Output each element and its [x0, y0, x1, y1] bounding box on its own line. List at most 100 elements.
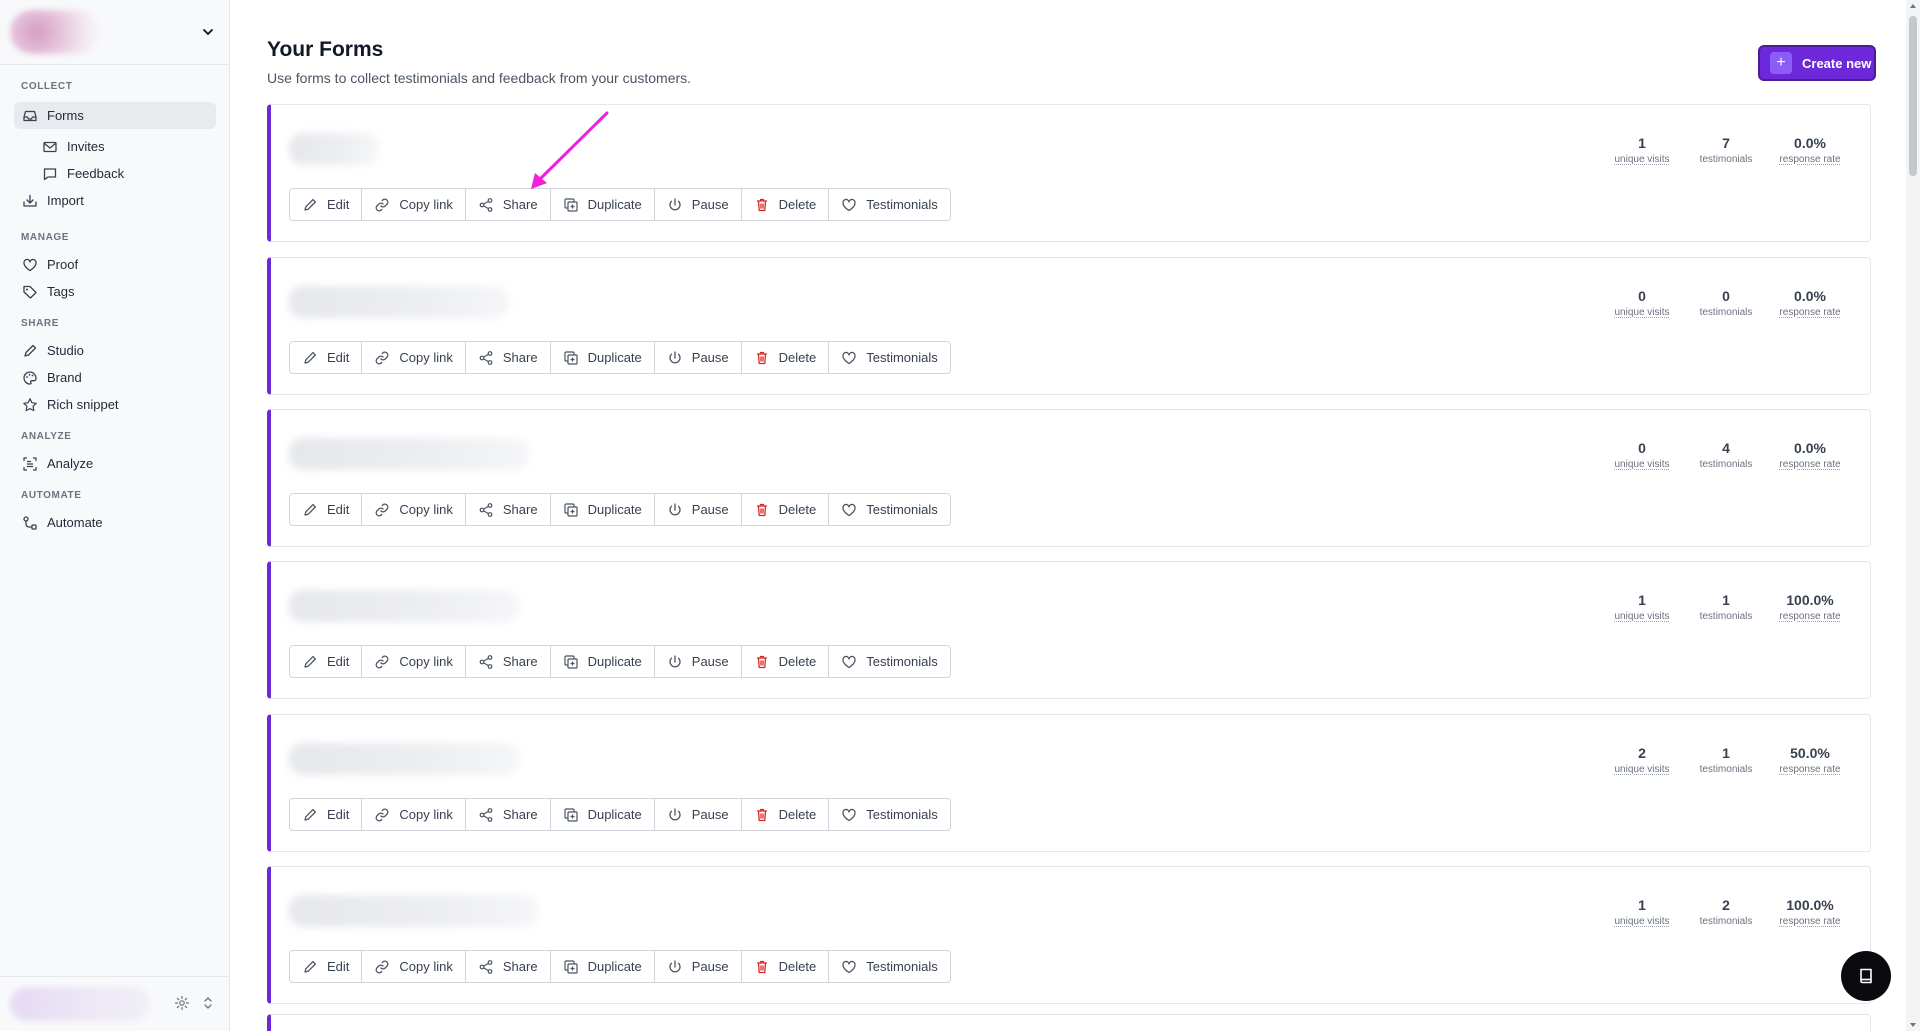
share-button[interactable]: Share [465, 646, 551, 677]
share-icon [479, 502, 493, 517]
pause-button[interactable]: Pause [654, 799, 742, 830]
copy-link-button[interactable]: Copy link [362, 799, 466, 830]
stat-label[interactable]: response rate [1768, 916, 1852, 927]
action-label: Pause [691, 502, 729, 517]
stat-label[interactable]: response rate [1768, 307, 1852, 318]
testimonials-button[interactable]: Testimonials [829, 951, 950, 982]
copy-link-button[interactable]: Copy link [362, 646, 466, 677]
sidebar-item-tags[interactable]: Tags [14, 278, 216, 305]
edit-button[interactable]: Edit [290, 342, 363, 373]
workspace-logo-blurred [10, 10, 100, 54]
pencil-icon [304, 808, 317, 821]
edit-button[interactable]: Edit [290, 799, 363, 830]
action-label: Copy link [399, 502, 453, 517]
action-label: Testimonials [866, 502, 938, 517]
sidebar-item-invites[interactable]: Invites [36, 133, 216, 160]
sidebar-item-rich-snippet[interactable]: Rich snippet [14, 391, 216, 418]
pause-button[interactable]: Pause [654, 951, 742, 982]
duplicate-button[interactable]: Duplicate [550, 951, 655, 982]
delete-button[interactable]: Delete [741, 951, 830, 982]
stat-label[interactable]: unique visits [1600, 307, 1684, 318]
testimonials-button[interactable]: Testimonials [829, 799, 950, 830]
duplicate-button[interactable]: Duplicate [550, 799, 655, 830]
account-switcher[interactable] [0, 976, 230, 1031]
stat-label[interactable]: response rate [1768, 459, 1852, 470]
trash-icon [756, 655, 767, 668]
power-icon [669, 197, 681, 210]
testimonials-button[interactable]: Testimonials [829, 646, 950, 677]
sidebar-item-label: Import [47, 193, 84, 208]
copy-link-button[interactable]: Copy link [362, 342, 466, 373]
scroll-down-icon[interactable] [1909, 1021, 1917, 1029]
stat-label[interactable]: unique visits [1600, 611, 1684, 622]
delete-button[interactable]: Delete [741, 646, 830, 677]
pause-button[interactable]: Pause [654, 494, 742, 525]
stat-label: testimonials [1699, 307, 1753, 318]
duplicate-button[interactable]: Duplicate [550, 494, 655, 525]
share-button[interactable]: Share [465, 494, 551, 525]
duplicate-button[interactable]: Duplicate [550, 342, 655, 373]
sidebar-item-proof[interactable]: Proof [14, 251, 216, 278]
stat-unique-visits: 1 unique visits [1600, 591, 1684, 622]
testimonials-button[interactable]: Testimonials [829, 494, 950, 525]
stat-label[interactable]: unique visits [1600, 916, 1684, 927]
stat-value: 50.0% [1790, 745, 1830, 761]
sidebar-item-feedback[interactable]: Feedback [36, 160, 216, 187]
copy-link-button[interactable]: Copy link [362, 951, 466, 982]
delete-button[interactable]: Delete [741, 799, 830, 830]
stat-label[interactable]: response rate [1768, 154, 1852, 165]
help-widget-button[interactable] [1841, 951, 1891, 1001]
chevrons-up-down-icon[interactable] [200, 995, 216, 1011]
action-label: Share [502, 807, 538, 822]
gear-icon[interactable] [174, 995, 190, 1011]
testimonials-button[interactable]: Testimonials [829, 342, 950, 373]
delete-button[interactable]: Delete [741, 342, 830, 373]
workspace-switcher[interactable] [0, 0, 230, 65]
sidebar: COLLECT Forms Invites Feedback Import MA… [0, 0, 230, 1031]
pause-button[interactable]: Pause [654, 646, 742, 677]
share-button[interactable]: Share [465, 342, 551, 373]
copy-link-button[interactable]: Copy link [362, 189, 466, 220]
pause-button[interactable]: Pause [654, 189, 742, 220]
sidebar-item-brand[interactable]: Brand [14, 364, 216, 391]
sidebar-item-studio[interactable]: Studio [14, 337, 216, 364]
stat-label[interactable]: unique visits [1600, 764, 1684, 775]
sidebar-item-label: Brand [47, 370, 82, 385]
scroll-up-icon[interactable] [1909, 2, 1917, 10]
sidebar-item-automate[interactable]: Automate [14, 509, 216, 536]
duplicate-button[interactable]: Duplicate [550, 646, 655, 677]
stat-response-rate: 100.0% response rate [1768, 896, 1852, 927]
scrollbar-thumb[interactable] [1909, 16, 1917, 176]
sidebar-item-analyze[interactable]: Analyze [14, 450, 216, 477]
form-actions: Edit Copy link Share Duplicate Pause Delete Te… [289, 645, 951, 678]
share-button[interactable]: Share [465, 799, 551, 830]
copy-link-button[interactable]: Copy link [362, 494, 466, 525]
delete-button[interactable]: Delete [741, 189, 830, 220]
stat-label[interactable]: response rate [1768, 764, 1852, 775]
delete-button[interactable]: Delete [741, 494, 830, 525]
heart-icon [842, 655, 856, 668]
sidebar-item-import[interactable]: Import [14, 187, 216, 214]
stat-value: 4 [1722, 440, 1730, 456]
create-new-button[interactable]: + Create new [1758, 45, 1876, 81]
stat-label[interactable]: unique visits [1600, 154, 1684, 165]
account-avatar-blurred [10, 987, 150, 1021]
edit-button[interactable]: Edit [290, 189, 363, 220]
nav-section-automate: AUTOMATE [21, 490, 82, 501]
sidebar-item-forms[interactable]: Forms [14, 102, 216, 129]
edit-button[interactable]: Edit [290, 646, 363, 677]
stat-label[interactable]: response rate [1768, 611, 1852, 622]
testimonials-button[interactable]: Testimonials [829, 189, 950, 220]
share-button[interactable]: Share [465, 951, 551, 982]
form-stats: 1 unique visits 2 testimonials 100.0% re… [1600, 896, 1852, 927]
stat-value: 100.0% [1786, 592, 1834, 608]
action-label: Edit [327, 654, 350, 669]
scrollbar[interactable] [1906, 0, 1920, 1031]
stat-value: 0.0% [1794, 135, 1826, 151]
edit-button[interactable]: Edit [290, 494, 363, 525]
stat-label[interactable]: unique visits [1600, 459, 1684, 470]
pause-button[interactable]: Pause [654, 342, 742, 373]
share-icon [479, 959, 493, 974]
pencil-icon [304, 655, 317, 668]
edit-button[interactable]: Edit [290, 951, 363, 982]
